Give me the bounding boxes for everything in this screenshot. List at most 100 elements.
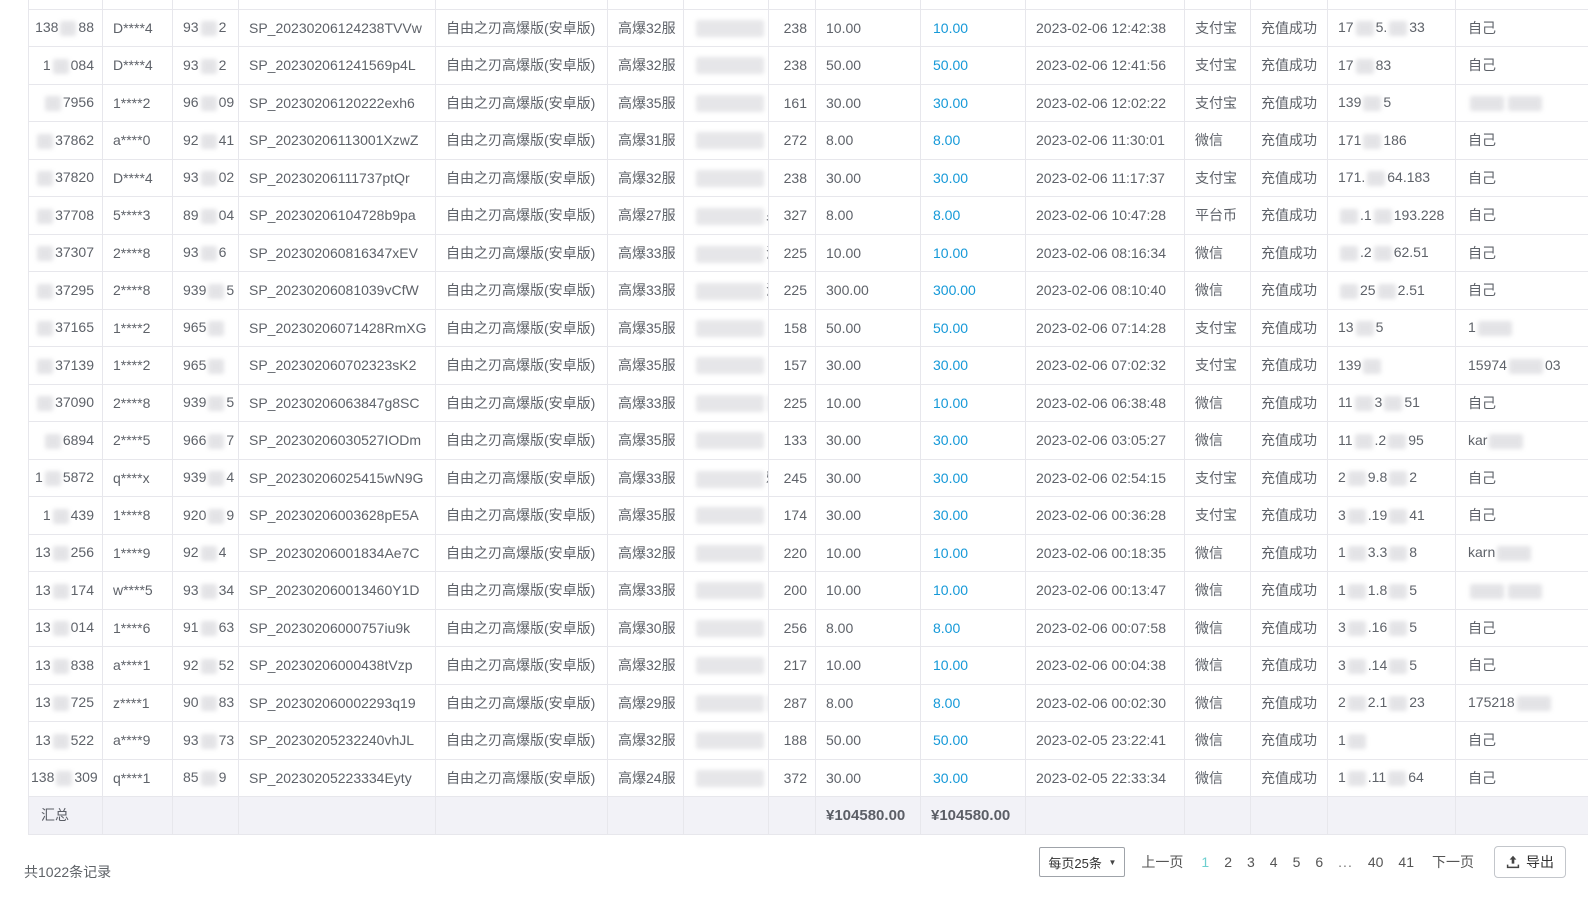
page-button-6[interactable]: 6 [1315, 854, 1323, 870]
pay-method: 支付宝 [1184, 158, 1251, 197]
user-id: 37708 [28, 196, 103, 235]
page-button-3[interactable]: 3 [1247, 854, 1255, 870]
summary-body: 汇总 ¥104580.00 ¥104580.00 [28, 796, 1588, 835]
recharge-owner: 自己 [1455, 233, 1588, 272]
redacted-blur [1389, 658, 1408, 674]
order-number: SP_20230206003628pE5A [238, 496, 436, 535]
role-name [683, 421, 769, 460]
game-name: 自由之刃高爆版(安卓版) [435, 233, 608, 272]
page-size-select[interactable]: 每页25条 ▼ [1039, 847, 1126, 877]
role-level: 245 [768, 458, 816, 497]
redacted-blur [200, 658, 217, 674]
paid-amount: 10.00 [920, 533, 1026, 572]
server-name: 高爆32服 [607, 158, 684, 197]
recharge-status: 充值成功 [1250, 608, 1328, 647]
paid-amount: 30.00 [920, 496, 1026, 535]
user-id: 37090 [28, 383, 103, 422]
order-amount: 10.00 [815, 533, 921, 572]
redacted-blur [1389, 471, 1408, 487]
pay-method: 支付宝 [1184, 8, 1251, 47]
recharge-owner [1455, 571, 1588, 610]
player-id: 91 63 [172, 608, 239, 647]
paid-amount: 10.00 [920, 233, 1026, 272]
order-number: SP_20230206124238TVVw [238, 8, 436, 47]
server-name: 高爆35服 [607, 83, 684, 122]
page-list: 1 2 3 4 5 6... 40 41 [1201, 854, 1414, 870]
game-name: 自由之刃高爆版(安卓版) [435, 83, 608, 122]
page-button-41[interactable]: 41 [1398, 854, 1414, 870]
pay-time: 2023-02-06 00:02:30 [1025, 683, 1185, 722]
next-page-button[interactable]: 下一页 [1430, 852, 1476, 872]
recharge-status: 充值成功 [1250, 421, 1328, 460]
username: 5****3 [102, 196, 173, 235]
game-name: 自由之刃高爆版(安卓版) [435, 496, 608, 535]
paid-amount: 8.00 [920, 608, 1026, 647]
redacted-blur [696, 208, 764, 226]
order-number: SP_202302060013460Y1D [238, 571, 436, 610]
username: 1****2 [102, 83, 173, 122]
pay-time: 2023-02-06 12:42:38 [1025, 8, 1185, 47]
table-row: 37090 2****8 939 5 SP_20230206063847g8SC 自由之刃… [28, 383, 1588, 422]
pay-method: 支付宝 [1184, 83, 1251, 122]
order-number: SP_20230206025415wN9G [238, 458, 436, 497]
username: 2****8 [102, 383, 173, 422]
user-id: 7956 [28, 83, 103, 122]
redacted-blur [1508, 583, 1542, 599]
role-name [683, 496, 769, 535]
redacted-blur [696, 245, 764, 263]
username: 1****8 [102, 496, 173, 535]
player-id: 90 83 [172, 683, 239, 722]
role-level: 287 [768, 683, 816, 722]
page-button-1[interactable]: 1 [1201, 854, 1209, 870]
game-name: 自由之刃高爆版(安卓版) [435, 683, 608, 722]
table-row: 37139 1****2 965 SP_202302060702323sK2 自由之刃高… [28, 346, 1588, 385]
recharge-status: 充值成功 [1250, 458, 1328, 497]
player-id: 965 [172, 308, 239, 347]
redacted-blur [37, 133, 54, 149]
redacted-blur [37, 396, 54, 412]
page-button-5[interactable]: 5 [1293, 854, 1301, 870]
pay-time: 2023-02-06 12:02:22 [1025, 83, 1185, 122]
table-row: 13 174 w****5 93 34 SP_202302060013460Y1D 自由之刃… [28, 571, 1588, 610]
ip-address: 2 9.8 2 [1327, 458, 1456, 497]
redacted-blur [37, 283, 54, 299]
ip-address: 1 3.3 8 [1327, 533, 1456, 572]
page-button-40[interactable]: 40 [1368, 854, 1384, 870]
pay-method: 微信 [1184, 533, 1251, 572]
table-row: 138 88 D****4 93 2 SP_20230206124238TVVw 自由之刃高… [28, 8, 1588, 47]
game-name: 自由之刃高爆版(安卓版) [435, 608, 608, 647]
server-name: 高爆35服 [607, 346, 684, 385]
order-amount: 10.00 [815, 571, 921, 610]
game-name: 自由之刃高爆版(安卓版) [435, 196, 608, 235]
redacted-blur [1470, 583, 1504, 599]
pay-time: 2023-02-06 00:36:28 [1025, 496, 1185, 535]
ip-address: 139 [1327, 346, 1456, 385]
username: q****1 [102, 758, 173, 797]
recharge-owner: kar [1455, 421, 1588, 460]
pay-time: 2023-02-06 02:54:15 [1025, 458, 1185, 497]
user-id: 13 174 [28, 571, 103, 610]
redacted-blur [1354, 396, 1373, 412]
page-button-4[interactable]: 4 [1270, 854, 1278, 870]
server-name: 高爆32服 [607, 646, 684, 685]
redacted-blur [1347, 771, 1366, 787]
page-button-2[interactable]: 2 [1224, 854, 1232, 870]
prev-page-button[interactable]: 上一页 [1139, 852, 1185, 872]
user-id: 13 838 [28, 646, 103, 685]
export-button[interactable]: 导出 [1494, 846, 1566, 878]
server-name: 高爆35服 [607, 421, 684, 460]
recharge-status: 充值成功 [1250, 308, 1328, 347]
server-name: 高爆32服 [607, 721, 684, 760]
pay-time: 2023-02-06 00:18:35 [1025, 533, 1185, 572]
player-id: 965 [172, 346, 239, 385]
server-name: 高爆32服 [607, 533, 684, 572]
player-id: 966 7 [172, 421, 239, 460]
recharge-owner: 自己 [1455, 8, 1588, 47]
recharge-status: 充值成功 [1250, 46, 1328, 85]
server-name: 高爆32服 [607, 46, 684, 85]
role-name [683, 308, 769, 347]
redacted-blur [1347, 658, 1366, 674]
redacted-blur [1373, 246, 1392, 262]
recharge-owner: 自己 [1455, 608, 1588, 647]
table-row: 7956 1****2 96 09 SP_20230206120222exh6 自由之刃高… [28, 83, 1588, 122]
